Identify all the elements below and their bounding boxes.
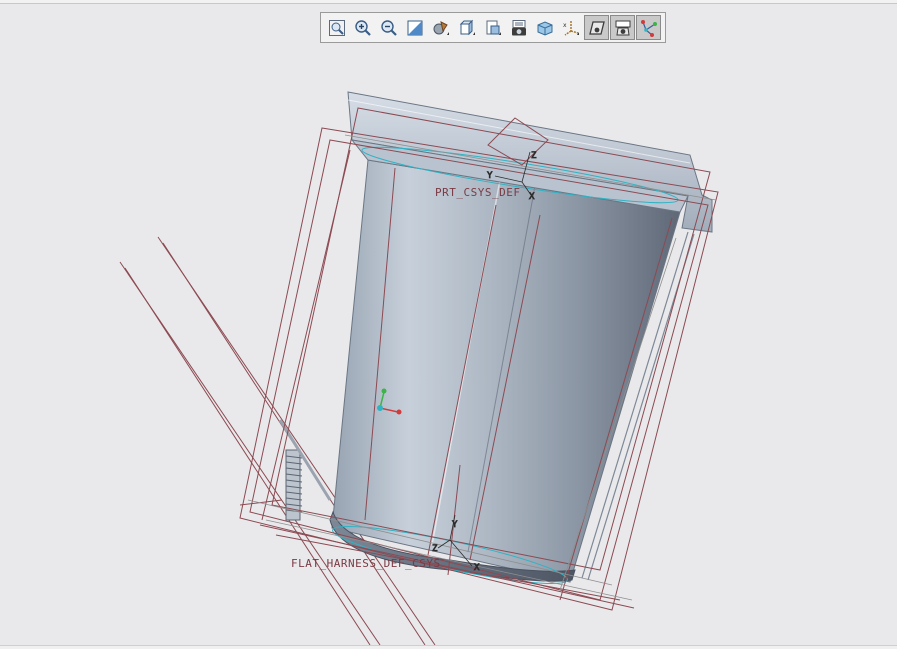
datum-display-icon: x — [563, 20, 579, 36]
prt-csys-label: PRT_CSYS_DEF — [435, 186, 520, 199]
zoom-in-icon — [354, 19, 371, 36]
zoom-out-button[interactable] — [376, 15, 401, 40]
spin-center-icon — [615, 20, 630, 35]
refit-icon — [328, 19, 345, 36]
zoom-in-button[interactable] — [350, 15, 375, 40]
repaint-button[interactable] — [402, 15, 427, 40]
saved-orientations-icon — [459, 19, 475, 35]
zoom-out-icon — [380, 19, 397, 36]
harness-csys-x-label: X — [474, 563, 480, 573]
datum-plane-icon — [588, 20, 605, 35]
view-manager-button[interactable] — [480, 15, 505, 40]
harness-csys-z-label: Z — [432, 544, 438, 554]
app-window: Z Y X PRT_CSYS_DEF Y Z X FLAT_HARNESS_DE… — [0, 0, 897, 649]
harness-csys-y-label: Y — [452, 520, 458, 530]
display-style-button[interactable] — [428, 15, 453, 40]
perspective-view-button[interactable] — [506, 15, 531, 40]
graphics-viewport[interactable]: Z Y X PRT_CSYS_DEF Y Z X FLAT_HARNESS_DE… — [0, 0, 897, 649]
csys-display-button[interactable] — [636, 15, 661, 40]
prt-csys-y-label: Y — [487, 171, 493, 181]
display-style-icon — [433, 20, 449, 35]
plane-display-button[interactable] — [584, 15, 609, 40]
prt-csys-z-label: Z — [531, 151, 537, 161]
prt-csys-x-label: X — [529, 192, 535, 202]
window-top-edge — [0, 0, 897, 4]
cup-body[interactable] — [331, 159, 681, 583]
graphics-toolbar: x — [320, 12, 666, 43]
datum-display-button[interactable]: x — [558, 15, 583, 40]
csys-icon — [640, 19, 657, 37]
saved-orientations-button[interactable] — [454, 15, 479, 40]
window-bottom-edge — [0, 645, 897, 649]
camera-icon — [511, 19, 526, 35]
repaint-icon — [407, 20, 422, 35]
view-manager-icon — [486, 20, 501, 35]
svg-text:x: x — [563, 22, 567, 29]
flat-harness-csys-label: FLAT_HARNESS_DEF_CSYS — [291, 557, 441, 570]
refit-button[interactable] — [324, 15, 349, 40]
model-scene[interactable]: Z Y X PRT_CSYS_DEF Y Z X FLAT_HARNESS_DE… — [0, 0, 897, 649]
view-cube-icon — [537, 20, 552, 36]
named-views-button[interactable] — [532, 15, 557, 40]
spin-center-button[interactable] — [610, 15, 635, 40]
